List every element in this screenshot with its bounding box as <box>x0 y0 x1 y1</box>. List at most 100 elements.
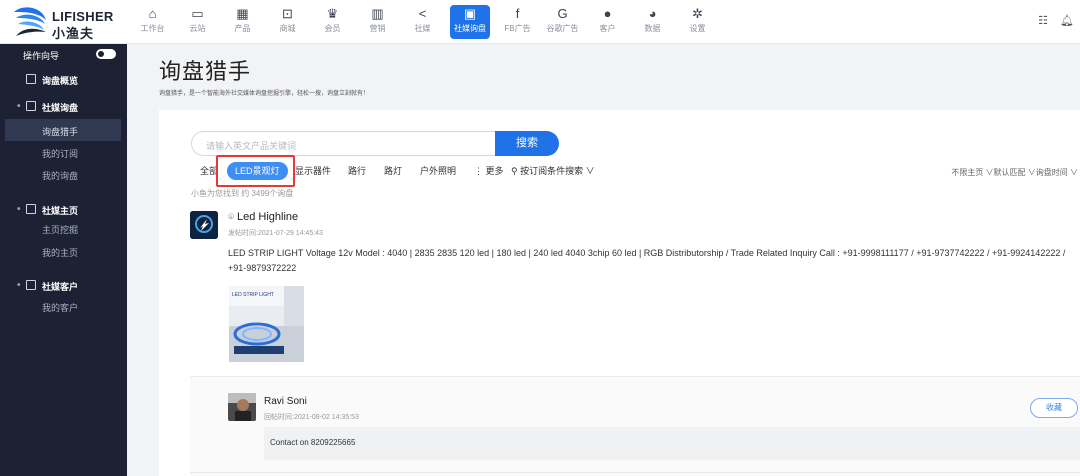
sidebar-item-label: 社媒客户 <box>42 282 79 292</box>
sidebar-item-label: 我的订阅 <box>42 149 79 159</box>
sidebar-item-label: 社媒主页 <box>42 206 79 216</box>
sidebar-item-label: 我的客户 <box>42 303 79 313</box>
nav-item-7[interactable]: ▣ 社媒询盘 <box>450 5 490 39</box>
post-author[interactable]: ⌾ Led Highline <box>228 211 298 223</box>
chevron-down-icon: ∨ <box>583 166 595 176</box>
sidebar-item-label: 询盘概览 <box>42 76 79 86</box>
instagram-icon: ⌾ <box>228 212 234 223</box>
author-avatar[interactable] <box>190 211 218 239</box>
sidebar-item-label: 我的主页 <box>42 248 79 258</box>
pie-icon: ◕ <box>648 6 657 21</box>
bullet-icon: • <box>17 280 21 291</box>
social-inquiry-icon <box>26 101 36 111</box>
reply-avatar[interactable] <box>228 393 256 421</box>
post-image[interactable]: LED STRIP LIGHT <box>229 286 304 362</box>
subscription-search-dropdown[interactable]: ⚲ 按订阅条件搜索 ∨ <box>511 162 595 180</box>
share-icon: < <box>418 6 427 21</box>
overview-icon <box>26 74 36 84</box>
nav-item-1[interactable]: ▭ 云站 <box>180 5 215 39</box>
nav-item-label: 社媒 <box>414 24 431 33</box>
menu-icon[interactable]: ☷ <box>1038 14 1048 27</box>
highlight-annotation <box>216 155 295 187</box>
nav-item-4[interactable]: ♛ 会员 <box>315 5 350 39</box>
nav-item-label: 会员 <box>324 24 341 33</box>
subscribe-label: 按订阅条件搜索 <box>520 166 584 176</box>
nav-item-label: FB广告 <box>504 24 531 33</box>
nav-item-2[interactable]: ▦ 产品 <box>225 5 260 39</box>
main-nav: ⌂ 工作台 ▭ 云站 ▦ 产品 ⊡ 商城 ♛ 会员 ▥ 营销 < 社媒 ▣ 社媒询盘 f FB广告 G 谷歌广告 ● 客户… <box>135 5 725 39</box>
bullet-icon: • <box>17 101 21 112</box>
nav-item-label: 产品 <box>234 24 251 33</box>
sidebar-item-label: 询盘猎手 <box>42 127 79 137</box>
nav-item-8[interactable]: f FB广告 <box>500 5 535 39</box>
guide-toggle[interactable] <box>96 49 116 59</box>
nav-item-label: 商城 <box>279 24 296 33</box>
nav-item-11[interactable]: ◕ 数据 <box>635 5 670 39</box>
more-icon: ⋮ <box>474 166 486 176</box>
filter-tag-2[interactable]: 显示器件 <box>295 162 331 180</box>
filter-tag-5[interactable]: 户外照明 <box>420 162 456 180</box>
crown-icon: ♛ <box>326 6 339 21</box>
nav-item-label: 营销 <box>369 24 386 33</box>
nav-item-6[interactable]: < 社媒 <box>405 5 440 39</box>
reply-time: 回帖时间:2021-08-02 14:35:53 <box>264 414 359 421</box>
user-icon: ● <box>603 6 612 21</box>
monitor-icon: ▭ <box>191 6 204 21</box>
reply-content: Contact on 8209225665 <box>264 427 1080 460</box>
result-count: 小鱼为您找到 约 3499个询盘 <box>191 189 294 198</box>
post-body: LED STRIP LIGHT Voltage 12v Model : 4040… <box>228 248 1066 273</box>
more-filter-button[interactable]: ⋮ 更多 <box>474 162 504 180</box>
collect-button[interactable]: 收藏 <box>1030 398 1078 418</box>
nav-item-label: 数据 <box>644 24 661 33</box>
chart-icon: ▥ <box>371 6 384 21</box>
sidebar-item-2[interactable]: 询盘猎手 <box>5 119 121 141</box>
reply-author[interactable]: Ravi Soni <box>264 396 307 407</box>
facebook-icon: f <box>515 6 520 21</box>
fish-logo-icon <box>14 7 46 36</box>
brand-logo[interactable]: LIFISHER 小渔夫 <box>12 5 114 41</box>
inquiry-icon: ▣ <box>463 6 477 21</box>
brand-name-cn: 小渔夫 <box>52 26 95 41</box>
gear-icon: ✲ <box>692 6 703 21</box>
top-navbar: LIFISHER 小渔夫 ⌂ 工作台 ▭ 云站 ▦ 产品 ⊡ 商城 ♛ 会员 ▥ 营销 < 社媒 ▣ 社媒询盘… <box>0 0 1080 44</box>
guide-label: 操作向导 <box>23 51 60 61</box>
bullet-icon: • <box>17 204 21 215</box>
sidebar-item-label: 我的询盘 <box>42 171 79 181</box>
nav-item-label: 谷歌广告 <box>546 24 579 33</box>
filter-tag-3[interactable]: 路行 <box>348 162 366 180</box>
sidebar-item-label: 社媒询盘 <box>42 103 79 113</box>
home-icon: ⌂ <box>148 6 157 21</box>
nav-item-9[interactable]: G 谷歌广告 <box>545 5 580 39</box>
nav-item-0[interactable]: ⌂ 工作台 <box>135 5 170 39</box>
post-author-name: Led Highline <box>237 211 299 223</box>
nav-item-10[interactable]: ● 客户 <box>590 5 625 39</box>
customer-icon <box>26 280 36 290</box>
homepage-icon <box>26 204 36 214</box>
page-title: 询盘猎手 <box>159 59 252 84</box>
sort-filters[interactable]: 不限主页 ∨默认匹配 ∨询盘时间 ∨ <box>951 167 1078 178</box>
filter-icon: ⚲ <box>511 166 521 176</box>
post-image-caption: LED STRIP LIGHT <box>232 292 274 298</box>
nav-item-12[interactable]: ✲ 设置 <box>680 5 715 39</box>
nav-item-label: 客户 <box>599 24 616 33</box>
more-label: 更多 <box>485 166 504 176</box>
search-button[interactable]: 搜索 <box>495 131 559 156</box>
search-input[interactable]: 请输入英文产品关键词 <box>191 131 495 156</box>
nav-item-label: 工作台 <box>140 24 165 33</box>
led-highline-logo-icon <box>190 211 218 239</box>
google-icon: G <box>557 6 568 21</box>
sidebar: 操作向导 询盘概览 • 社媒询盘询盘猎手我的订阅我的询盘 • 社媒主页主页挖掘我的主页 •… <box>0 44 127 476</box>
brand-name-en: LIFISHER <box>52 9 114 24</box>
top-right-tools: ☷ 🔔︎ <box>1038 14 1074 27</box>
nav-item-3[interactable]: ⊡ 商城 <box>270 5 305 39</box>
filter-tag-4[interactable]: 路灯 <box>384 162 402 180</box>
nav-item-label: 社媒询盘 <box>454 24 486 33</box>
post-time: 发帖时间:2021-07-29 14:45:43 <box>228 230 323 237</box>
page-subtitle: 询盘猎手，是一个智能海外社交媒体询盘挖掘引擎，轻松一搜，询盘立刻就有！ <box>159 91 370 97</box>
grid-icon: ▦ <box>236 6 249 21</box>
shop-icon: ⊡ <box>282 6 293 21</box>
nav-item-label: 云站 <box>189 24 206 33</box>
nav-item-5[interactable]: ▥ 营销 <box>360 5 395 39</box>
bell-icon[interactable]: 🔔︎ <box>1060 14 1074 27</box>
sidebar-item-label: 主页挖掘 <box>42 225 79 235</box>
